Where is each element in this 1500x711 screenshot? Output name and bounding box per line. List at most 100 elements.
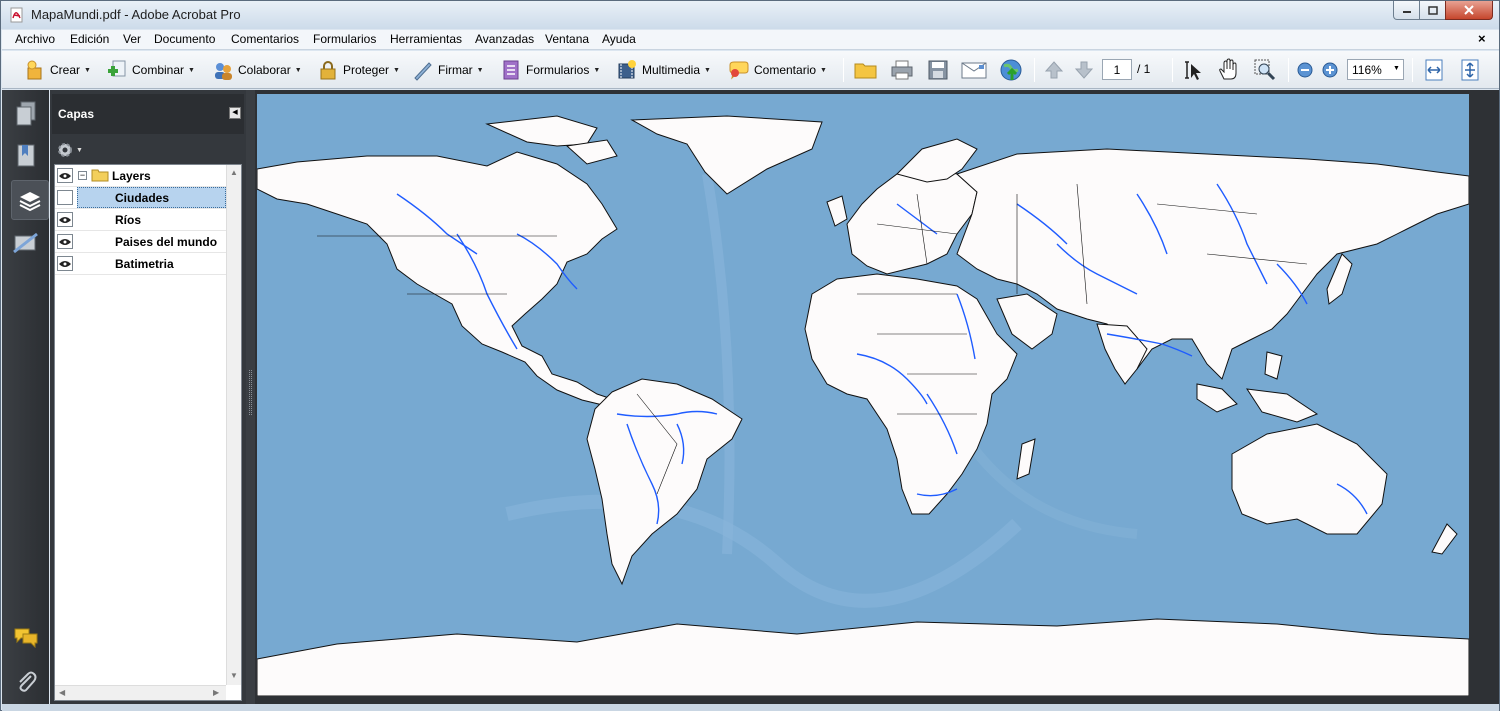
menu-avanzadas[interactable]: Avanzadas [475, 32, 534, 46]
bookmarks-nav-button[interactable] [10, 140, 42, 172]
fit-page-button[interactable] [1457, 58, 1483, 82]
toolbar-separator [1172, 58, 1173, 82]
fit-page-icon [1461, 59, 1479, 81]
crear-label: Crear [50, 63, 81, 77]
colaborar-button[interactable]: Colaborar ▼ [212, 58, 302, 82]
combinar-button[interactable]: Combinar ▼ [106, 58, 195, 82]
scroll-down-icon[interactable]: ▼ [230, 671, 238, 680]
crear-button[interactable]: Crear ▼ [24, 58, 91, 82]
layers-tree: − Layers Ciudades Ríos Paises del mundo [54, 164, 242, 701]
layer-visibility-toggle[interactable] [57, 256, 73, 271]
menu-edicion[interactable]: Edición [70, 32, 109, 46]
layers-nav-button[interactable] [11, 180, 49, 220]
window-bottom-edge [2, 704, 1499, 711]
layers-panel-header: Capas ◀ [52, 94, 244, 134]
layers-vertical-scrollbar[interactable]: ▲ ▼ [226, 165, 241, 685]
layer-row-ciudades[interactable]: Ciudades [55, 187, 226, 209]
menu-documento[interactable]: Documento [154, 32, 215, 46]
layers-horizontal-scrollbar[interactable]: ◀ ▶ [55, 685, 226, 700]
page-number-input[interactable] [1102, 59, 1132, 80]
colaborar-label: Colaborar [238, 63, 291, 77]
model-tree-nav-button[interactable] [10, 227, 42, 259]
layer-visibility-toggle[interactable] [57, 168, 73, 183]
dropdown-caret-icon: ▼ [188, 66, 195, 74]
layer-visibility-toggle[interactable] [57, 190, 73, 205]
layer-name: Ríos [115, 213, 142, 227]
dropdown-caret-icon: ▼ [593, 66, 601, 74]
eye-icon [59, 260, 71, 267]
fit-width-button[interactable] [1421, 58, 1447, 82]
open-button[interactable] [853, 58, 879, 82]
layer-visibility-toggle[interactable] [57, 234, 73, 249]
menu-formularios[interactable]: Formularios [313, 32, 376, 46]
previous-page-button[interactable] [1041, 58, 1067, 82]
menu-bar: Archivo Edición Ver Documento Comentario… [2, 30, 1499, 50]
scroll-left-icon[interactable]: ◀ [59, 688, 65, 697]
save-button[interactable] [925, 58, 951, 82]
create-pdf-icon [27, 60, 42, 80]
email-button[interactable] [961, 58, 987, 82]
menu-ayuda[interactable]: Ayuda [602, 32, 636, 46]
multimedia-button[interactable]: Multimedia ▼ [616, 58, 711, 82]
menu-ver[interactable]: Ver [123, 32, 141, 46]
close-window-button[interactable] [1445, 1, 1493, 20]
navigation-pane-rail [2, 90, 49, 704]
formularios-button[interactable]: Formularios ▼ [500, 58, 600, 82]
layer-root-row[interactable]: − Layers [55, 165, 226, 187]
attachments-icon [19, 671, 37, 692]
print-button[interactable] [889, 58, 915, 82]
chevron-down-icon: ▼ [76, 146, 83, 154]
menu-archivo[interactable]: Archivo [15, 32, 55, 46]
pages-nav-button[interactable] [10, 98, 42, 130]
minimize-button[interactable] [1393, 1, 1420, 20]
menu-comentarios[interactable]: Comentarios [231, 32, 299, 46]
bookmarks-icon [17, 144, 35, 167]
hand-tool-button[interactable] [1216, 58, 1242, 82]
eye-icon [59, 216, 71, 223]
zoom-in-button[interactable] [1317, 58, 1343, 82]
scroll-right-icon[interactable]: ▶ [213, 688, 219, 697]
multimedia-icon [618, 60, 636, 79]
menu-ventana[interactable]: Ventana [545, 32, 589, 46]
collapse-panel-button[interactable]: ◀ [229, 107, 241, 119]
world-map-page[interactable] [257, 94, 1469, 696]
tree-collapse-toggle[interactable]: − [78, 171, 87, 180]
zoom-out-icon [1297, 62, 1313, 78]
layer-name: Ciudades [115, 191, 170, 205]
zoom-level-select[interactable]: 116% ▼ [1347, 59, 1404, 80]
layer-visibility-toggle[interactable] [57, 212, 73, 227]
marquee-zoom-button[interactable] [1252, 58, 1278, 82]
toolbar-separator [1034, 58, 1035, 82]
layer-options-button[interactable]: ▼ [56, 140, 83, 160]
firmar-button[interactable]: Firmar ▼ [412, 58, 484, 82]
comments-nav-button[interactable] [10, 621, 42, 653]
layer-row-paises[interactable]: Paises del mundo [55, 231, 226, 253]
document-view[interactable] [255, 90, 1499, 704]
upload-button[interactable] [998, 58, 1024, 82]
dropdown-caret-icon: ▼ [84, 66, 91, 74]
eye-icon [59, 172, 71, 179]
model-tree-icon [13, 232, 38, 254]
layer-row-batimetria[interactable]: Batimetria [55, 253, 226, 275]
title-bar: MapaMundi.pdf - Adobe Acrobat Pro [1, 1, 1499, 29]
proteger-button[interactable]: Proteger ▼ [317, 58, 400, 82]
next-page-button[interactable] [1071, 58, 1097, 82]
attachments-nav-button[interactable] [10, 665, 42, 697]
comentario-button[interactable]: Comentario ▼ [728, 58, 827, 82]
zoom-out-button[interactable] [1292, 58, 1318, 82]
pdf-file-icon [10, 7, 23, 23]
document-scrollbar[interactable] [1473, 90, 1499, 704]
maximize-button[interactable] [1419, 1, 1446, 20]
combine-files-icon [108, 60, 126, 77]
close-document-button[interactable]: × [1478, 31, 1486, 46]
world-map [257, 94, 1469, 696]
scroll-up-icon[interactable]: ▲ [230, 168, 238, 177]
toolbar-separator [843, 58, 844, 82]
panel-splitter[interactable] [246, 90, 255, 704]
dropdown-caret-icon: ▼ [294, 66, 302, 74]
select-tool-button[interactable] [1180, 58, 1206, 82]
window-title: MapaMundi.pdf - Adobe Acrobat Pro [31, 7, 241, 22]
layer-row-rios[interactable]: Ríos [55, 209, 226, 231]
arrow-down-icon [1074, 61, 1094, 79]
menu-herramientas[interactable]: Herramientas [390, 32, 462, 46]
